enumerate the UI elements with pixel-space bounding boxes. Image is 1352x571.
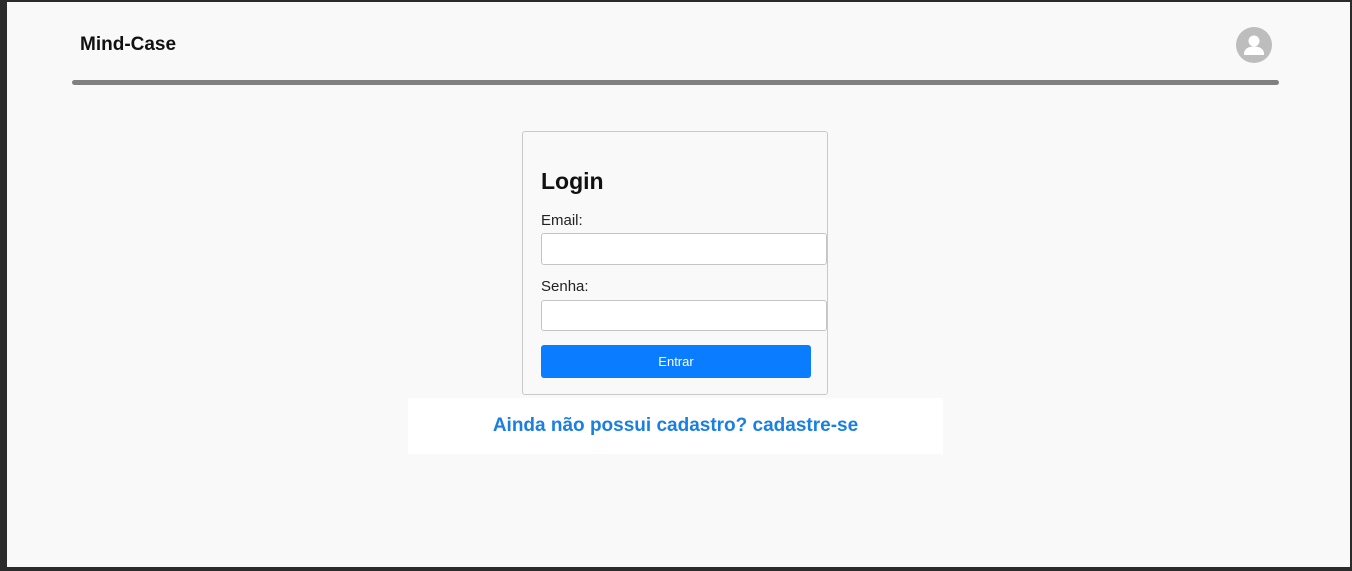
brand-title: Mind-Case xyxy=(80,34,177,55)
signup-panel: Ainda não possui cadastro? cadastre-se xyxy=(408,398,943,454)
login-title: Login xyxy=(541,168,604,194)
user-avatar-icon[interactable] xyxy=(1236,27,1272,63)
header-divider xyxy=(72,80,1279,85)
login-card: Login Email: Senha: Entrar xyxy=(522,131,828,395)
email-field[interactable] xyxy=(541,233,827,265)
password-field[interactable] xyxy=(541,300,827,331)
signup-link[interactable]: Ainda não possui cadastro? cadastre-se xyxy=(493,415,858,437)
email-label: Email: xyxy=(541,212,583,229)
page: Mind-Case Login Email: Senha: Entrar Ain… xyxy=(0,0,1352,571)
login-button[interactable]: Entrar xyxy=(541,345,811,378)
password-label: Senha: xyxy=(541,278,589,295)
